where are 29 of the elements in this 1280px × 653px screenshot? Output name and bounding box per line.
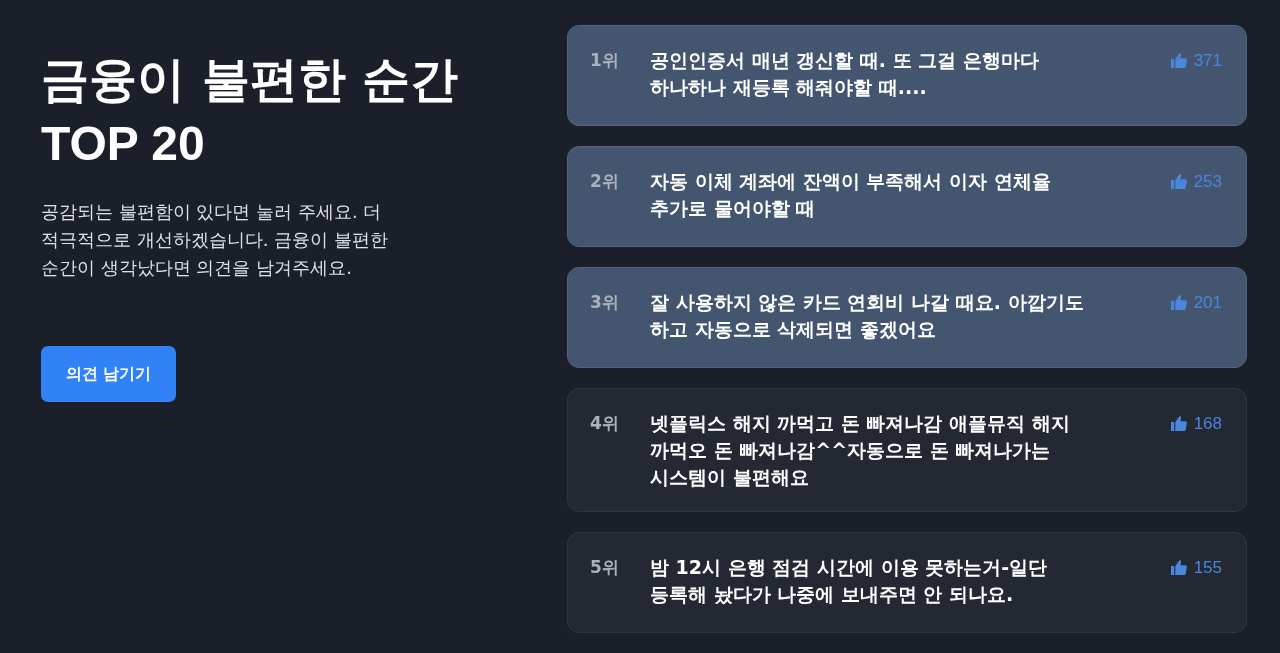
rank-label: 3위 [590, 291, 620, 314]
ranking-card[interactable]: 5위 밤 12시 은행 점검 시간에 이용 못하는거-일단 등록해 놨다가 나중에 보내주면 안 되나요. 155 [567, 532, 1247, 633]
rank-label: 4위 [590, 412, 620, 435]
page-subtitle: TOP 20 [41, 116, 205, 172]
ranking-card[interactable]: 2위 자동 이체 계좌에 잔액이 부족해서 이자 연체율 추가로 물어야할 때 253 [567, 146, 1247, 247]
leave-opinion-button[interactable]: 의견 남기기 [41, 346, 176, 402]
ranking-card[interactable]: 3위 잘 사용하지 않은 카드 연회비 나갈 때요. 아깝기도 하고 자동으로 삭제되면 좋겠어요 201 [567, 267, 1247, 368]
thumbs-up-icon[interactable] [1170, 53, 1187, 68]
rank-label: 2위 [590, 170, 620, 193]
thumbs-up-icon[interactable] [1170, 295, 1187, 310]
thumbs-up-icon[interactable] [1170, 560, 1187, 575]
rank-label: 5위 [590, 556, 620, 579]
thumbs-up-icon[interactable] [1170, 174, 1187, 189]
like-count: 155 [1193, 557, 1222, 578]
thumbs-up-icon[interactable] [1170, 416, 1187, 431]
page-title: 금융이 불편한 순간 [41, 50, 459, 109]
complaint-text: 공인인증서 매년 갱신할 때. 또 그걸 은행마다 하나하나 재등록 해줘야할 때.... [650, 48, 1040, 100]
like-count: 201 [1193, 292, 1222, 313]
like-count: 371 [1193, 50, 1222, 71]
description-text: 공감되는 불편함이 있다면 눌러 주세요. 더 적극적으로 개선하겠습니다. 금융이 불편한 순간이 생각났다면 의견을 남겨주세요. [41, 200, 389, 280]
complaint-text: 밤 12시 은행 점검 시간에 이용 못하는거-일단 등록해 놨다가 나중에 보내주면 안 되나요. [650, 555, 1048, 607]
rank-label: 1위 [590, 49, 620, 72]
complaint-text: 자동 이체 계좌에 잔액이 부족해서 이자 연체율 추가로 물어야할 때 [650, 169, 1052, 221]
like-count: 168 [1193, 413, 1222, 434]
ranking-card[interactable]: 1위 공인인증서 매년 갱신할 때. 또 그걸 은행마다 하나하나 재등록 해줘야할 때.... 371 [567, 25, 1247, 126]
like-count: 253 [1193, 171, 1222, 192]
complaint-text: 넷플릭스 해지 까먹고 돈 빠져나감 애플뮤직 해지 까먹오 돈 빠져나감^^자동으로 돈 빠져나가는 시스템이 불편해요 [650, 411, 1071, 490]
complaint-text: 잘 사용하지 않은 카드 연회비 나갈 때요. 아깝기도 하고 자동으로 삭제되면 좋겠어요 [650, 290, 1085, 342]
ranking-card[interactable]: 4위 넷플릭스 해지 까먹고 돈 빠져나감 애플뮤직 해지 까먹오 돈 빠져나감^^자동으로 돈 빠져나가는 시스템이 불편해요 168 [567, 388, 1247, 512]
